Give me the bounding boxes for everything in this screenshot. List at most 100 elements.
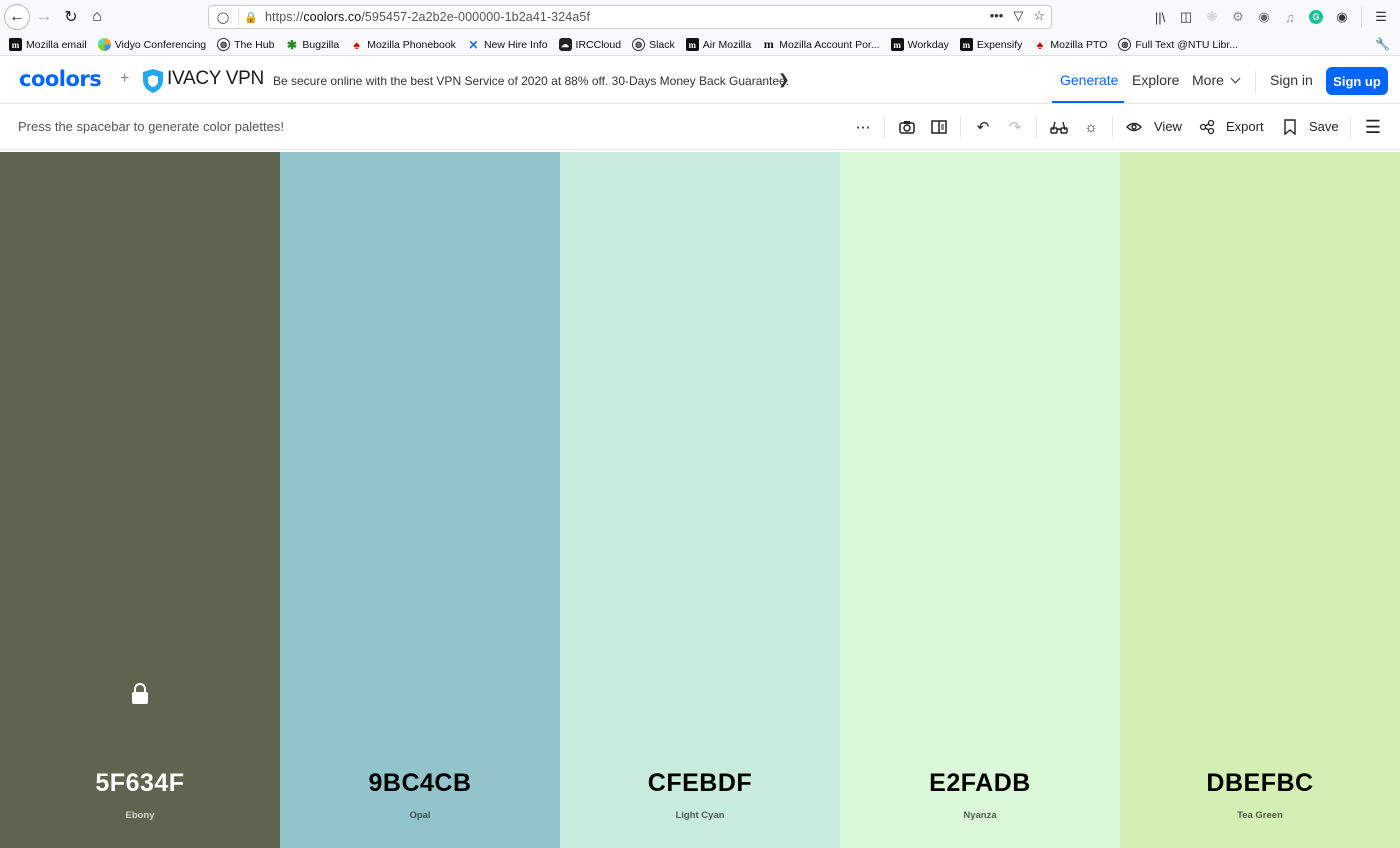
export-button[interactable]: Export xyxy=(1226,119,1264,134)
share-icon[interactable] xyxy=(1195,115,1219,139)
reload-button[interactable]: ↻ xyxy=(58,4,84,30)
bookmark-favicon-icon: ✕ xyxy=(468,37,479,52)
hamburger-menu-icon[interactable]: ☰ xyxy=(1368,4,1394,30)
color-swatch[interactable]: 9BC4CB Opal xyxy=(280,152,560,848)
bookmark-label: Bugzilla xyxy=(302,38,340,51)
redo-icon[interactable]: ↷ xyxy=(1003,115,1027,139)
bookmark-item[interactable]: m Mozilla email xyxy=(9,38,87,51)
more-options-icon[interactable]: ⋯ xyxy=(851,115,875,139)
bookmark-favicon-icon xyxy=(97,38,111,51)
bookmark-star-icon[interactable]: ☆ xyxy=(1033,8,1045,24)
color-swatch[interactable]: CFEBDF Light Cyan xyxy=(560,152,840,848)
bookmark-favicon-icon: ◍ xyxy=(1118,38,1132,51)
bookmark-item[interactable]: ♠ Mozilla Phonebook xyxy=(350,38,456,52)
color-blindness-glasses-icon[interactable] xyxy=(1047,115,1071,139)
coolors-logo[interactable]: coolors xyxy=(19,67,102,91)
undo-icon[interactable]: ↶ xyxy=(971,115,995,139)
color-name[interactable]: Opal xyxy=(280,810,560,821)
url-text[interactable]: https://coolors.co/595457-2a2b2e-000000-… xyxy=(265,10,590,24)
bookmark-item[interactable]: Vidyo Conferencing xyxy=(97,38,206,51)
bookmark-item[interactable]: ✱ Bugzilla xyxy=(285,38,340,52)
bookmark-label: Full Text @NTU Libr... xyxy=(1135,38,1239,51)
color-swatch[interactable]: E2FADB Nyanza xyxy=(840,152,1120,848)
padlock-icon[interactable]: 🔒 xyxy=(243,11,259,24)
forward-button[interactable]: → xyxy=(31,4,57,30)
bookmark-item[interactable]: m Expensify xyxy=(959,38,1023,51)
chevron-right-icon[interactable]: ❯ xyxy=(778,71,790,88)
extension-icon[interactable]: ❋ xyxy=(1199,4,1225,30)
bookmark-item[interactable]: m Mozilla Account Por... xyxy=(762,37,880,51)
sidebar-icon[interactable]: ◫ xyxy=(1173,4,1199,30)
sign-up-button[interactable]: Sign up xyxy=(1326,67,1388,95)
color-name[interactable]: Tea Green xyxy=(1120,810,1400,821)
color-swatch[interactable]: DBEFBC Tea Green xyxy=(1120,152,1400,848)
lock-icon[interactable] xyxy=(131,683,149,705)
address-bar[interactable]: ◯ 🔒 https://coolors.co/595457-2a2b2e-000… xyxy=(208,5,1052,29)
bookmark-item[interactable]: m Workday xyxy=(890,38,949,51)
save-button[interactable]: Save xyxy=(1309,119,1339,134)
bookmark-label: The Hub xyxy=(234,38,275,51)
adjust-palette-icon[interactable] xyxy=(927,115,951,139)
nav-explore[interactable]: Explore xyxy=(1132,72,1179,88)
bookmark-item[interactable]: ♠ Mozilla PTO xyxy=(1033,37,1108,52)
music-icon[interactable]: ♫ xyxy=(1277,4,1303,30)
url-path: /595457-2a2b2e-000000-1b2a41-324a5f xyxy=(361,10,591,24)
spacebar-hint: Press the spacebar to generate color pal… xyxy=(18,119,284,134)
camera-icon[interactable] xyxy=(895,115,919,139)
bookmark-favicon-icon: ◍ xyxy=(217,38,231,51)
nav-more-label: More xyxy=(1192,72,1224,88)
bookmark-favicon-icon: m xyxy=(959,38,973,51)
pocket-icon[interactable]: ▽ xyxy=(1013,8,1023,24)
home-button[interactable]: ⌂ xyxy=(84,4,110,30)
hamburger-menu-icon[interactable]: ☰ xyxy=(1361,115,1385,139)
color-name[interactable]: Light Cyan xyxy=(560,810,840,821)
bookmark-item[interactable]: ☁ IRCCloud xyxy=(558,38,621,51)
bookmark-favicon-icon: ♠ xyxy=(1036,37,1044,52)
arrow-right-icon: → xyxy=(36,8,52,25)
active-tab-indicator xyxy=(1052,101,1124,103)
bookmark-item[interactable]: m Air Mozilla xyxy=(685,38,751,51)
color-name[interactable]: Ebony xyxy=(0,810,280,821)
url-domain: coolors.co xyxy=(303,10,362,24)
grammarly-icon[interactable]: G xyxy=(1303,4,1329,30)
hex-code[interactable]: 9BC4CB xyxy=(280,769,560,798)
sign-in-link[interactable]: Sign in xyxy=(1270,72,1313,88)
home-icon: ⌂ xyxy=(92,8,102,25)
toolbar-divider xyxy=(1112,116,1113,138)
hex-code[interactable]: DBEFBC xyxy=(1120,769,1400,798)
bookmark-label: Slack xyxy=(649,38,675,51)
bookmark-favicon-icon: ☁ xyxy=(558,38,572,51)
wrench-icon[interactable]: 🔧 xyxy=(1375,37,1390,51)
ivacy-vpn-logo[interactable]: IVACY VPN xyxy=(167,68,264,90)
promo-text[interactable]: Be secure online with the best VPN Servi… xyxy=(273,74,789,88)
bookmark-item[interactable]: ◍ Full Text @NTU Libr... xyxy=(1118,38,1238,51)
film-extension-icon[interactable]: ◉ xyxy=(1251,4,1277,30)
toolbar-divider xyxy=(1036,116,1037,138)
bookmark-label: New Hire Info xyxy=(483,38,548,51)
nav-more[interactable]: More xyxy=(1192,72,1241,88)
bookmark-item[interactable]: ◍ Slack xyxy=(632,38,675,51)
account-icon[interactable]: ◉ xyxy=(1329,4,1355,30)
eye-icon[interactable] xyxy=(1122,115,1146,139)
color-name[interactable]: Nyanza xyxy=(840,810,1120,821)
bookmark-item[interactable]: ◍ The Hub xyxy=(217,38,274,51)
generator-toolbar: Press the spacebar to generate color pal… xyxy=(0,104,1400,150)
bookmark-icon[interactable] xyxy=(1278,115,1302,139)
hex-code[interactable]: CFEBDF xyxy=(560,769,840,798)
view-button[interactable]: View xyxy=(1154,119,1182,134)
back-button[interactable]: ← xyxy=(4,4,30,30)
bookmark-item[interactable]: ✕ New Hire Info xyxy=(467,37,548,52)
hex-code[interactable]: E2FADB xyxy=(840,769,1120,798)
nav-generate[interactable]: Generate xyxy=(1060,72,1118,88)
tracking-protection-icon[interactable]: ◯ xyxy=(212,11,234,24)
bookmark-favicon-icon: m xyxy=(9,38,22,51)
toolbar-divider xyxy=(960,116,961,138)
library-icon[interactable]: ||\ xyxy=(1147,4,1173,30)
page-actions-icon[interactable]: ••• xyxy=(990,8,1004,24)
urlbar-divider xyxy=(238,9,239,25)
settings-extension-icon[interactable]: ⚙ xyxy=(1225,4,1251,30)
bookmark-label: Expensify xyxy=(976,38,1023,51)
hex-code[interactable]: 5F634F xyxy=(0,769,280,798)
color-swatch[interactable]: 5F634F Ebony xyxy=(0,152,280,848)
sun-icon[interactable]: ☼ xyxy=(1079,115,1103,139)
